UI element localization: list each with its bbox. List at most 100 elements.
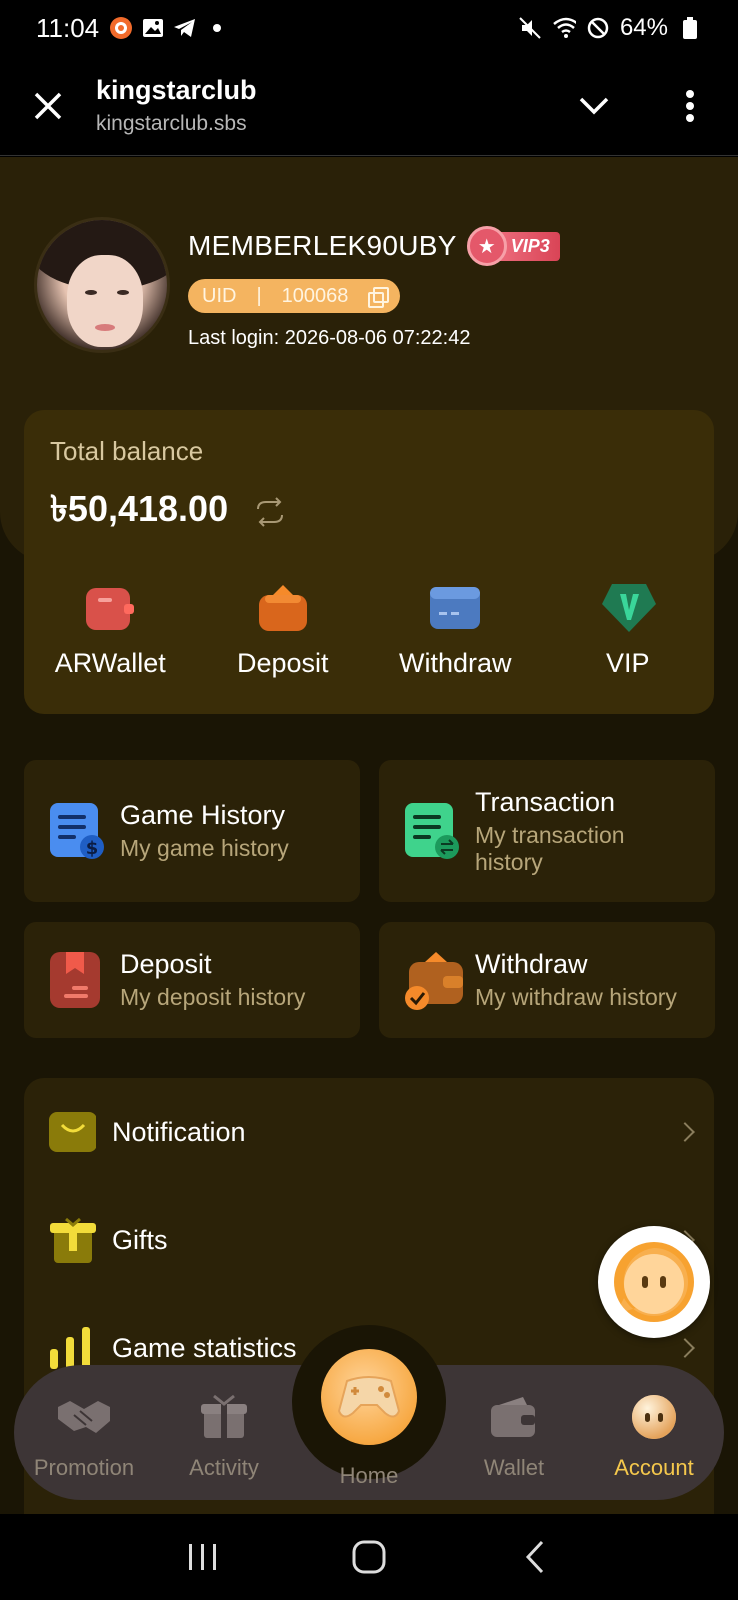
telegram-icon xyxy=(173,16,197,40)
game-history-card[interactable]: $ Game History My game history xyxy=(24,760,360,902)
mute-icon xyxy=(518,16,542,40)
vip-icon xyxy=(600,580,656,636)
svg-text:$: $ xyxy=(86,838,99,859)
battery-percent: 64% xyxy=(619,14,668,41)
deposit-history-text: Deposit My deposit history xyxy=(120,949,305,1011)
wallet-icon xyxy=(486,1393,542,1441)
withdraw-history-card[interactable]: Withdraw My withdraw history xyxy=(379,922,715,1038)
back-button[interactable] xyxy=(505,1527,565,1587)
profile-section: MEMBERLEK90UBY ★ VIP3 UID | 100068 Last … xyxy=(34,217,560,353)
status-bar: 11:04 64% xyxy=(0,0,738,56)
last-login: Last login: 2026-08-06 07:22:42 xyxy=(188,327,471,349)
uid-pill[interactable]: UID | 100068 xyxy=(188,279,401,313)
gamepad-icon xyxy=(337,1376,401,1418)
wifi-icon xyxy=(552,16,576,40)
wallet-icon xyxy=(82,580,138,636)
wallet-label: Wallet xyxy=(483,1455,545,1480)
game-history-subtitle: My game history xyxy=(120,835,289,861)
deposit-history-subtitle: My deposit history xyxy=(120,984,306,1010)
chevron-down-icon xyxy=(579,97,609,114)
more-vertical-icon xyxy=(686,89,694,122)
home-system-button[interactable] xyxy=(339,1527,399,1587)
battery-icon xyxy=(678,16,702,40)
vip-button[interactable]: VIP xyxy=(548,580,708,679)
balance-actions: ARWallet Deposit Withdraw VIP xyxy=(24,580,714,679)
vip-label: VIP xyxy=(605,648,650,678)
gift-icon xyxy=(48,1216,96,1264)
withdraw-history-icon xyxy=(403,950,463,1010)
deposit-icon xyxy=(255,580,311,636)
chevron-right-icon xyxy=(675,1338,695,1358)
close-button[interactable] xyxy=(0,56,96,156)
dot-icon xyxy=(205,16,229,40)
nav-wallet[interactable]: Wallet xyxy=(444,1365,584,1500)
transaction-text: Transaction My transaction history xyxy=(475,787,675,876)
gift-box-icon xyxy=(196,1393,252,1441)
withdraw-history-title: Withdraw xyxy=(475,949,588,979)
nav-home[interactable] xyxy=(321,1349,417,1445)
customer-service-button[interactable] xyxy=(598,1226,710,1338)
arwallet-label: ARWallet xyxy=(54,648,166,678)
transaction-subtitle: My transaction history xyxy=(475,821,625,875)
username: MEMBERLEK90UBY xyxy=(188,230,457,261)
more-options-button[interactable] xyxy=(642,56,738,156)
home-label: Home xyxy=(339,1463,399,1488)
copy-icon[interactable] xyxy=(368,287,390,308)
nav-account[interactable]: Account xyxy=(584,1365,724,1500)
transaction-title: Transaction xyxy=(475,786,616,817)
site-title: kingstarclub xyxy=(96,75,257,105)
game-history-text: Game History My game history xyxy=(120,800,289,862)
menu-item-notification[interactable]: Notification xyxy=(24,1078,714,1186)
activity-label: Activity xyxy=(189,1455,259,1480)
uid-separator: | xyxy=(256,284,262,307)
vip-badge: ★ VIP3 xyxy=(466,225,560,267)
collapse-button[interactable] xyxy=(546,56,642,156)
account-label: Account xyxy=(614,1455,694,1480)
notification-label: Notification xyxy=(112,1116,246,1147)
chat-icon xyxy=(614,1242,694,1322)
browser-actions xyxy=(546,56,738,156)
refresh-icon[interactable] xyxy=(252,494,288,530)
deposit-history-title: Deposit xyxy=(120,949,212,979)
gifts-label: Gifts xyxy=(112,1224,168,1255)
nav-promotion[interactable]: Promotion xyxy=(14,1365,154,1500)
balance-label: Total balance xyxy=(50,436,204,466)
status-icons-right: 64% xyxy=(518,14,702,42)
promotion-label: Promotion xyxy=(33,1455,135,1480)
back-icon xyxy=(525,1540,544,1574)
arwallet-button[interactable]: ARWallet xyxy=(30,580,190,679)
home-square-icon xyxy=(352,1540,386,1574)
withdraw-label: Withdraw xyxy=(398,648,512,678)
handshake-icon xyxy=(56,1393,112,1441)
deposit-history-card[interactable]: Deposit My deposit history xyxy=(24,922,360,1038)
app-notification-icon xyxy=(109,16,133,40)
deposit-button[interactable]: Deposit xyxy=(203,580,363,679)
username-row: MEMBERLEK90UBY ★ VIP3 xyxy=(188,225,560,267)
recent-apps-button[interactable] xyxy=(173,1527,233,1587)
close-icon xyxy=(34,92,62,119)
gallery-icon xyxy=(141,16,165,40)
nav-activity[interactable]: Activity xyxy=(154,1365,294,1500)
transaction-card[interactable]: Transaction My transaction history xyxy=(379,760,715,902)
balance-amount-row: ৳50,418.00 xyxy=(50,482,288,542)
status-time: 11:04 xyxy=(36,12,100,43)
game-statistics-label: Game statistics xyxy=(112,1332,297,1363)
mail-icon xyxy=(48,1108,96,1156)
site-url: kingstarclub.sbs xyxy=(96,112,247,135)
account-page: MEMBERLEK90UBY ★ VIP3 UID | 100068 Last … xyxy=(0,157,738,1514)
star-icon: ★ xyxy=(466,226,507,266)
system-nav-bar xyxy=(0,1514,738,1600)
browser-toolbar: kingstarclub kingstarclub.sbs xyxy=(0,56,738,156)
game-history-title: Game History xyxy=(120,800,286,830)
transaction-icon xyxy=(403,801,459,861)
balance-amount: ৳50,418.00 xyxy=(50,488,229,529)
do-not-disturb-icon xyxy=(586,16,610,40)
account-icon xyxy=(626,1393,682,1441)
chevron-right-icon xyxy=(675,1122,695,1142)
profile-info: MEMBERLEK90UBY ★ VIP3 UID | 100068 Last … xyxy=(188,217,560,353)
withdraw-button[interactable]: Withdraw xyxy=(375,580,535,679)
game-history-icon: $ xyxy=(48,801,104,861)
withdraw-history-subtitle: My withdraw history xyxy=(475,984,677,1010)
avatar[interactable] xyxy=(34,217,170,353)
deposit-history-icon xyxy=(48,950,104,1010)
